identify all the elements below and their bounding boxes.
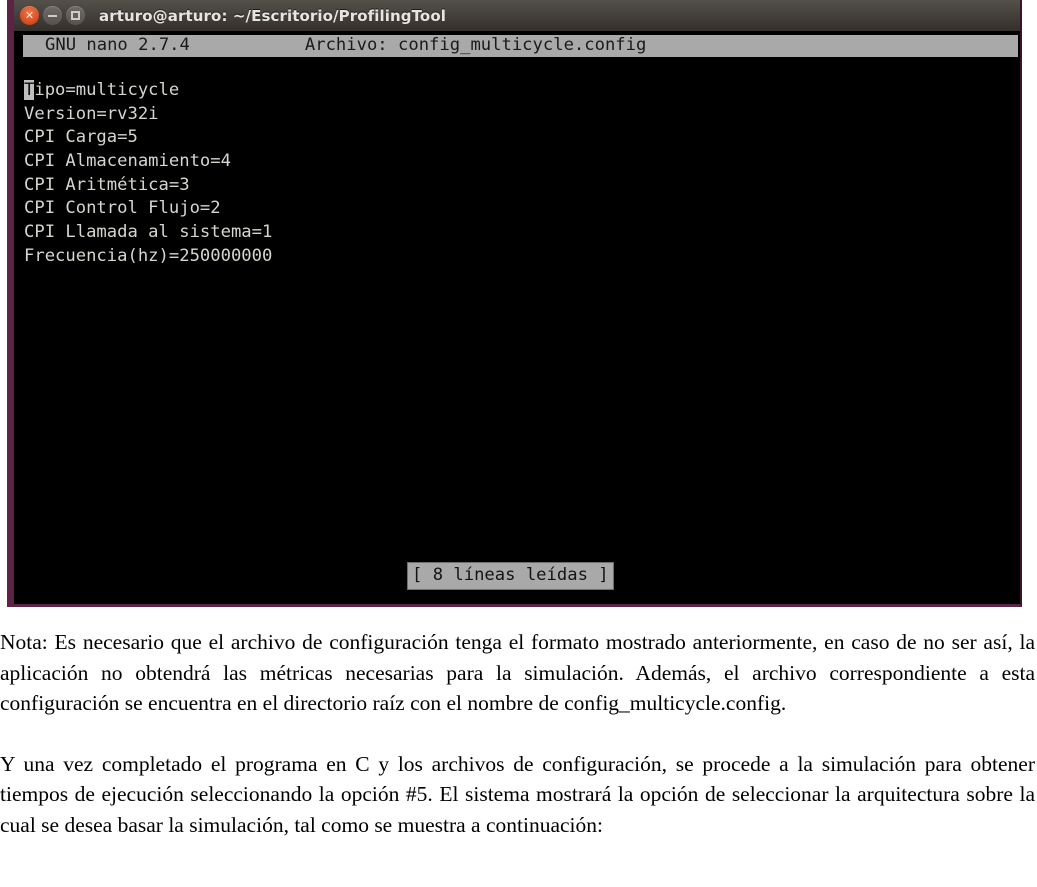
nano-text-line: Frecuencia(hz)=250000000 [24, 245, 272, 269]
nano-text-line: CPI Aritmética=3 [24, 174, 272, 198]
nano-text-area[interactable]: Tipo=multicycle Version=rv32i CPI Carga=5 C… [24, 79, 272, 269]
window-controls: ✕ [20, 6, 85, 25]
nano-filename-label: Archivo: config_multicycle.config [304, 35, 647, 56]
nano-text-line: CPI Almacenamiento=4 [24, 150, 272, 174]
terminal-body[interactable]: GNU nano 2.7.4 Archivo: config_multicycl… [14, 31, 1020, 604]
nano-line-text: Version=rv32i [24, 103, 159, 124]
nano-text-line: CPI Carga=5 [24, 126, 272, 150]
nano-shortcut-bar: ^G Ver ayuda ^O Guardar ^W Buscar ^K Cor… [24, 585, 1020, 604]
nano-line-text: Frecuencia(hz)=250000000 [24, 245, 273, 266]
nano-line-text: CPI Aritmética=3 [24, 174, 190, 195]
window-titlebar[interactable]: ✕ arturo@arturo: ~/Escritorio/ProfilingT… [14, 0, 1020, 31]
document-paragraph-1: Nota: Es necesario que el archivo de con… [0, 630, 1035, 715]
document-text: Nota: Es necesario que el archivo de con… [0, 627, 1037, 840]
nano-text-line: CPI Llamada al sistema=1 [24, 221, 272, 245]
nano-line-text: CPI Control Flujo=2 [24, 198, 221, 219]
terminal-window: ✕ arturo@arturo: ~/Escritorio/ProfilingT… [7, 0, 1022, 607]
nano-text-line: CPI Control Flujo=2 [24, 197, 272, 221]
close-icon[interactable]: ✕ [20, 6, 39, 25]
nano-text-line: Tipo=multicycle [24, 79, 272, 103]
minimize-icon[interactable] [43, 6, 62, 25]
window-title: arturo@arturo: ~/Escritorio/ProfilingToo… [99, 6, 446, 25]
nano-line-text: CPI Almacenamiento=4 [24, 151, 231, 172]
nano-header-bar: GNU nano 2.7.4 Archivo: config_multicycl… [23, 35, 1018, 57]
nano-line-text: CPI Llamada al sistema=1 [24, 222, 273, 243]
document-paragraph-2: Y una vez completado el programa en C y … [0, 751, 1035, 837]
text-cursor: T [24, 80, 35, 100]
nano-version-label: GNU nano 2.7.4 [45, 35, 190, 56]
nano-line-text: ipo=multicycle [34, 80, 180, 100]
maximize-icon[interactable] [66, 6, 85, 25]
nano-text-line: Version=rv32i [24, 103, 272, 127]
nano-line-text: CPI Carga=5 [24, 127, 138, 148]
